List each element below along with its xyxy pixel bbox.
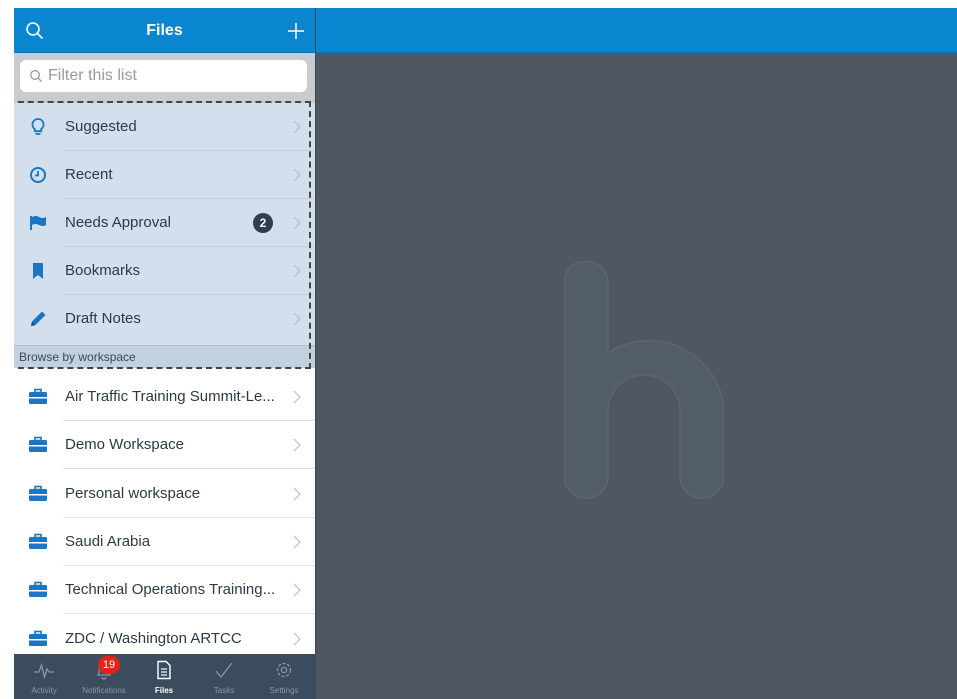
list-item-recent[interactable]: Recent bbox=[14, 151, 315, 199]
list-item-label: Personal workspace bbox=[65, 485, 201, 502]
list-item-label: Bookmarks bbox=[65, 262, 141, 279]
tab-files[interactable]: Files bbox=[134, 654, 194, 699]
chevron-right-icon bbox=[293, 535, 301, 549]
list-item-bookmarks[interactable]: Bookmarks bbox=[14, 247, 315, 295]
list-item-label: Suggested bbox=[65, 118, 137, 135]
list-item-label: Air Traffic Training Summit-Le... bbox=[65, 388, 275, 405]
notification-badge: 19 bbox=[98, 656, 120, 674]
chevron-right-icon bbox=[293, 216, 301, 230]
chevron-right-icon bbox=[293, 390, 301, 404]
chevron-right-icon bbox=[293, 168, 301, 182]
tab-activity[interactable]: Activity bbox=[14, 654, 74, 699]
search-icon bbox=[30, 70, 42, 82]
workspace-list: Air Traffic Training Summit-Le... Demo W… bbox=[14, 368, 315, 662]
sidebar-header: Files bbox=[14, 8, 315, 53]
chevron-right-icon bbox=[293, 583, 301, 597]
section-header: Browse by workspace bbox=[14, 345, 315, 368]
tab-label: Settings bbox=[269, 686, 299, 695]
clock-icon bbox=[27, 164, 49, 186]
chevron-right-icon bbox=[293, 120, 301, 134]
briefcase-icon bbox=[27, 579, 49, 601]
chevron-right-icon bbox=[293, 438, 301, 452]
h-logo bbox=[564, 261, 724, 499]
divider bbox=[63, 613, 315, 614]
flag-icon bbox=[27, 212, 49, 234]
filter-bar bbox=[14, 53, 315, 103]
page-title: Files bbox=[146, 22, 183, 39]
list-item-draft-notes[interactable]: Draft Notes bbox=[14, 295, 315, 343]
list-item-label: Draft Notes bbox=[65, 310, 141, 327]
tab-label: Tasks bbox=[213, 686, 235, 695]
tab-notifications[interactable]: 19 Notifications bbox=[74, 654, 134, 699]
list-item-label: Demo Workspace bbox=[65, 436, 184, 453]
activity-icon bbox=[33, 659, 55, 681]
list-item-label: Technical Operations Training... bbox=[65, 581, 276, 598]
list-item-workspace[interactable]: Technical Operations Training... bbox=[14, 566, 315, 614]
tab-label: Files bbox=[154, 686, 174, 695]
briefcase-icon bbox=[27, 434, 49, 456]
list-item-suggested[interactable]: Suggested bbox=[14, 103, 315, 151]
filter-field[interactable] bbox=[20, 60, 307, 92]
tab-tasks[interactable]: Tasks bbox=[194, 654, 254, 699]
gear-icon bbox=[273, 659, 295, 681]
tab-bar: Activity 19 Notifications Files Tasks Se… bbox=[14, 654, 315, 699]
document-icon bbox=[153, 659, 175, 681]
list-item-label: Recent bbox=[65, 166, 113, 183]
list-item-label: Needs Approval bbox=[65, 214, 171, 231]
list-item-workspace[interactable]: Demo Workspace bbox=[14, 421, 315, 469]
list-item-workspace[interactable]: Air Traffic Training Summit-Le... bbox=[14, 373, 315, 421]
lightbulb-icon bbox=[27, 116, 49, 138]
app-window: Files Suggested bbox=[14, 8, 957, 699]
pencil-icon bbox=[27, 308, 49, 330]
count-badge: 2 bbox=[253, 213, 273, 233]
checkmark-icon bbox=[213, 659, 235, 681]
list-item-workspace[interactable]: Personal workspace bbox=[14, 470, 315, 518]
detail-header bbox=[316, 8, 957, 52]
chevron-right-icon bbox=[293, 312, 301, 326]
chevron-right-icon bbox=[293, 487, 301, 501]
list-item-workspace[interactable]: Saudi Arabia bbox=[14, 518, 315, 566]
briefcase-icon bbox=[27, 531, 49, 553]
plus-icon[interactable] bbox=[283, 18, 309, 44]
tab-label: Activity bbox=[31, 686, 57, 695]
tab-label: Notifications bbox=[82, 686, 126, 695]
briefcase-icon bbox=[27, 386, 49, 408]
filter-input[interactable] bbox=[48, 60, 298, 92]
briefcase-icon bbox=[27, 483, 49, 505]
tab-settings[interactable]: Settings bbox=[254, 654, 314, 699]
quick-links-list: Suggested Recent Needs Approval 2 Bookma… bbox=[14, 103, 315, 368]
chevron-right-icon bbox=[293, 632, 301, 646]
divider bbox=[63, 468, 315, 469]
chevron-right-icon bbox=[293, 264, 301, 278]
bookmark-icon bbox=[27, 260, 49, 282]
list-item-label: Saudi Arabia bbox=[65, 533, 151, 550]
files-sidebar: Files Suggested bbox=[14, 8, 315, 699]
briefcase-icon bbox=[27, 628, 49, 650]
list-item-needs-approval[interactable]: Needs Approval 2 bbox=[14, 199, 315, 247]
detail-pane bbox=[316, 53, 957, 699]
